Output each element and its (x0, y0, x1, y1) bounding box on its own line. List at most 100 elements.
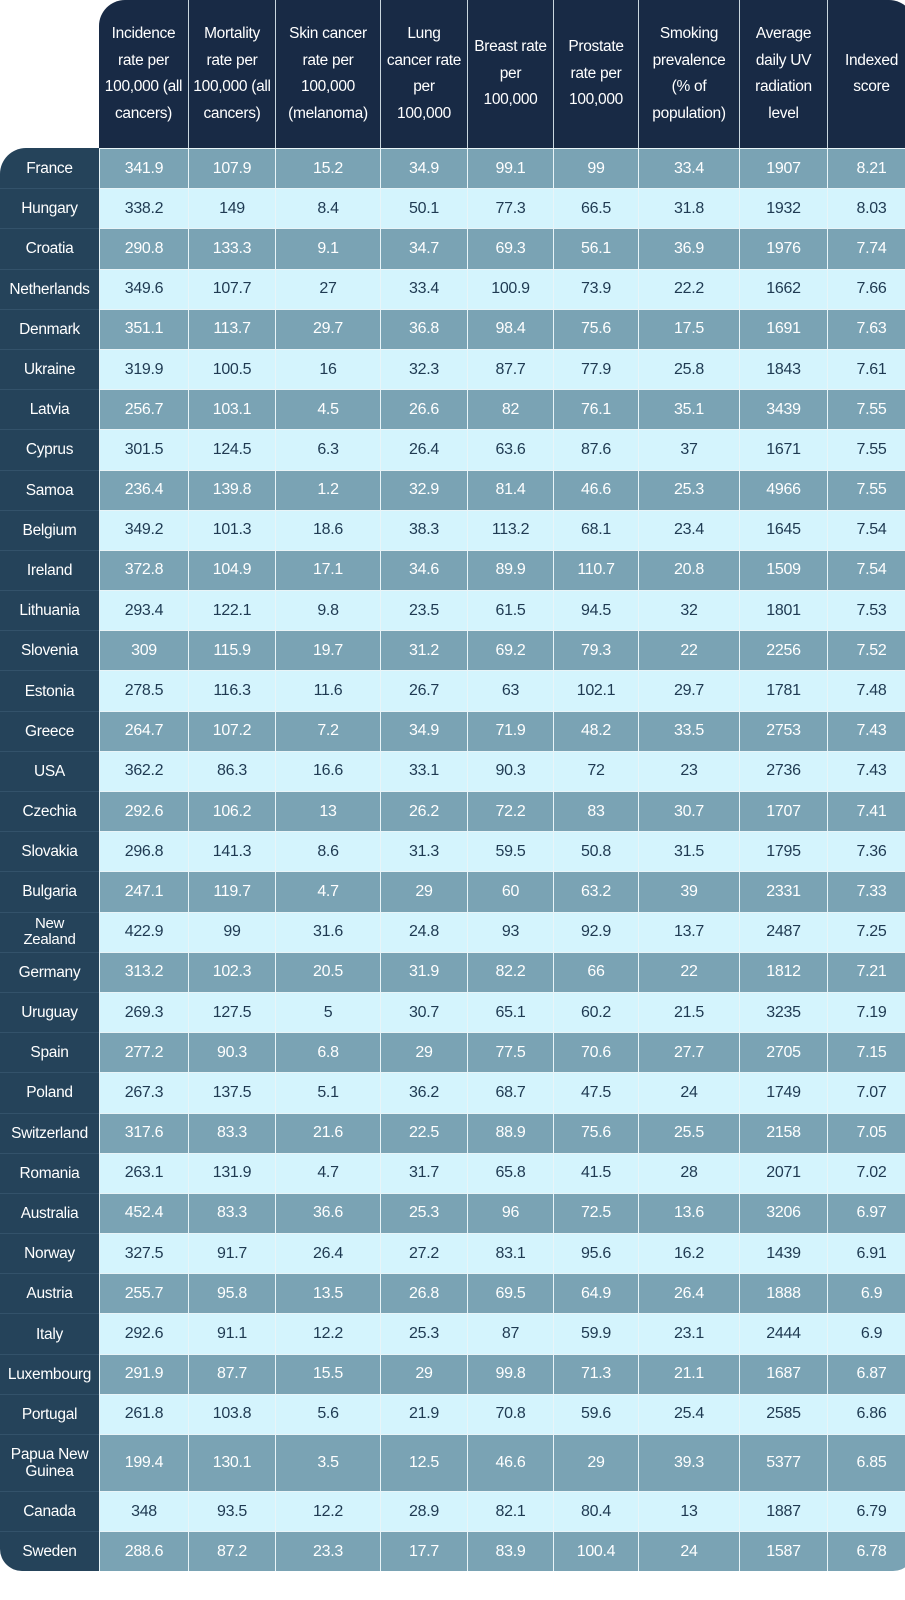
cell-prostate: 73.9 (553, 268, 638, 309)
header-col-indexed-score[interactable]: Indexed score (827, 0, 905, 148)
cell-prostate: 72.5 (553, 1192, 638, 1234)
cell-smoking: 30.7 (638, 791, 739, 832)
cell-mortality: 95.8 (188, 1273, 275, 1314)
cell-prostate: 60.2 (553, 991, 638, 1033)
cell-indexed-score: 7.54 (827, 509, 905, 550)
cell-incidence: 292.6 (99, 791, 188, 832)
cell-skin-cancer: 13.5 (275, 1273, 380, 1314)
cell-mortality: 102.3 (188, 951, 275, 992)
cell-prostate: 80.4 (553, 1491, 638, 1532)
cell-uv-level: 2753 (739, 710, 827, 751)
header-col-smoking-prevalence[interactable]: Smoking prevalence (% of population) (638, 0, 739, 148)
cancer-index-table-container: Incidence rate per 100,000 (all cancers)… (0, 0, 905, 1600)
cell-skin-cancer: 19.7 (275, 630, 380, 671)
table-row: Australia 452.4 83.3 36.6 25.3 96 72.5 13.6 3206… (0, 1192, 905, 1234)
row-header-country: Belgium (0, 509, 99, 550)
cell-breast: 72.2 (467, 791, 553, 832)
table-row: Switzerland 317.6 83.3 21.6 22.5 88.9 75.6 25.5… (0, 1112, 905, 1153)
cell-lung-cancer: 12.5 (380, 1434, 467, 1491)
table-row: Croatia 290.8 133.3 9.1 34.7 69.3 56.1 36.9 1976… (0, 228, 905, 269)
header-col-lung-cancer-rate[interactable]: Lung cancer rate per 100,000 (380, 0, 467, 148)
cell-breast: 113.2 (467, 509, 553, 550)
cell-smoking: 13.7 (638, 911, 739, 952)
cell-smoking: 39 (638, 871, 739, 912)
cell-indexed-score: 7.54 (827, 549, 905, 591)
cell-incidence: 277.2 (99, 1032, 188, 1073)
cell-prostate: 110.7 (553, 549, 638, 591)
cell-smoking: 26.4 (638, 1273, 739, 1314)
cell-indexed-score: 7.19 (827, 991, 905, 1033)
cell-smoking: 23 (638, 750, 739, 791)
cell-indexed-score: 7.43 (827, 710, 905, 751)
cell-breast: 63 (467, 670, 553, 711)
table-row: New Zealand 422.9 99 31.6 24.8 93 92.9 13.7 2487… (0, 911, 905, 952)
table-row: Estonia 278.5 116.3 11.6 26.7 63 102.1 29.7 1781… (0, 670, 905, 711)
cell-lung-cancer: 33.4 (380, 268, 467, 309)
header-col-prostate-rate[interactable]: Prostate rate per 100,000 (553, 0, 638, 148)
cell-prostate: 87.6 (553, 429, 638, 470)
cell-lung-cancer: 34.9 (380, 148, 467, 189)
row-header-country: Sweden (0, 1531, 99, 1572)
cell-prostate: 59.6 (553, 1393, 638, 1434)
cell-smoking: 22.2 (638, 268, 739, 309)
cell-breast: 98.4 (467, 308, 553, 349)
cell-lung-cancer: 31.7 (380, 1152, 467, 1193)
cell-uv-level: 1843 (739, 348, 827, 390)
cell-incidence: 290.8 (99, 228, 188, 269)
cell-prostate: 94.5 (553, 590, 638, 631)
cell-incidence: 349.2 (99, 509, 188, 550)
header-col-mortality-rate[interactable]: Mortality rate per 100,000 (all cancers) (188, 0, 275, 148)
cell-indexed-score: 7.55 (827, 429, 905, 470)
cell-incidence: 296.8 (99, 831, 188, 872)
cell-lung-cancer: 36.2 (380, 1072, 467, 1113)
row-header-country: Romania (0, 1152, 99, 1193)
table-row: USA 362.2 86.3 16.6 33.1 90.3 72 23 2736 7.43 (0, 750, 905, 791)
table-row: Uruguay 269.3 127.5 5 30.7 65.1 60.2 21.5 3235 7.… (0, 991, 905, 1033)
cell-uv-level: 2444 (739, 1313, 827, 1354)
cell-smoking: 36.9 (638, 228, 739, 269)
cell-lung-cancer: 34.6 (380, 549, 467, 591)
cell-incidence: 255.7 (99, 1273, 188, 1314)
cell-lung-cancer: 22.5 (380, 1112, 467, 1153)
cell-incidence: 236.4 (99, 469, 188, 510)
cell-uv-level: 1645 (739, 509, 827, 550)
cell-mortality: 116.3 (188, 670, 275, 711)
cell-mortality: 104.9 (188, 549, 275, 591)
cell-mortality: 113.7 (188, 308, 275, 349)
cell-smoking: 23.4 (638, 509, 739, 550)
cell-prostate: 66.5 (553, 188, 638, 229)
cell-breast: 71.9 (467, 710, 553, 751)
row-header-country: Greece (0, 710, 99, 751)
cell-incidence: 338.2 (99, 188, 188, 229)
cell-indexed-score: 7.02 (827, 1152, 905, 1193)
cell-mortality: 115.9 (188, 630, 275, 671)
cell-mortality: 86.3 (188, 750, 275, 791)
row-header-country: Portugal (0, 1393, 99, 1434)
header-col-uv-radiation[interactable]: Average daily UV radiation level (739, 0, 827, 148)
cell-breast: 60 (467, 871, 553, 912)
header-col-skin-cancer-rate[interactable]: Skin cancer rate per 100,000 (melanoma) (275, 0, 380, 148)
cell-breast: 90.3 (467, 750, 553, 791)
cell-incidence: 362.2 (99, 750, 188, 791)
header-col-incidence-rate[interactable]: Incidence rate per 100,000 (all cancers) (99, 0, 188, 148)
cell-incidence: 422.9 (99, 911, 188, 952)
cell-incidence: 351.1 (99, 308, 188, 349)
cell-prostate: 70.6 (553, 1032, 638, 1073)
header-col-breast-rate[interactable]: Breast rate per 100,000 (467, 0, 553, 148)
cell-smoking: 32 (638, 590, 739, 631)
cell-incidence: 309 (99, 630, 188, 671)
cell-breast: 87 (467, 1313, 553, 1354)
row-header-country: Croatia (0, 228, 99, 269)
cell-lung-cancer: 17.7 (380, 1531, 467, 1572)
row-header-country: Australia (0, 1192, 99, 1234)
cell-skin-cancer: 6.3 (275, 429, 380, 470)
cell-skin-cancer: 5 (275, 991, 380, 1033)
cell-incidence: 288.6 (99, 1531, 188, 1572)
row-header-country: Samoa (0, 469, 99, 510)
cell-prostate: 46.6 (553, 469, 638, 510)
table-row: Czechia 292.6 106.2 13 26.2 72.2 83 30.7 1707 7.4… (0, 791, 905, 832)
cell-incidence: 264.7 (99, 710, 188, 751)
cell-indexed-score: 6.91 (827, 1233, 905, 1274)
cell-uv-level: 1812 (739, 951, 827, 992)
cell-prostate: 29 (553, 1434, 638, 1491)
